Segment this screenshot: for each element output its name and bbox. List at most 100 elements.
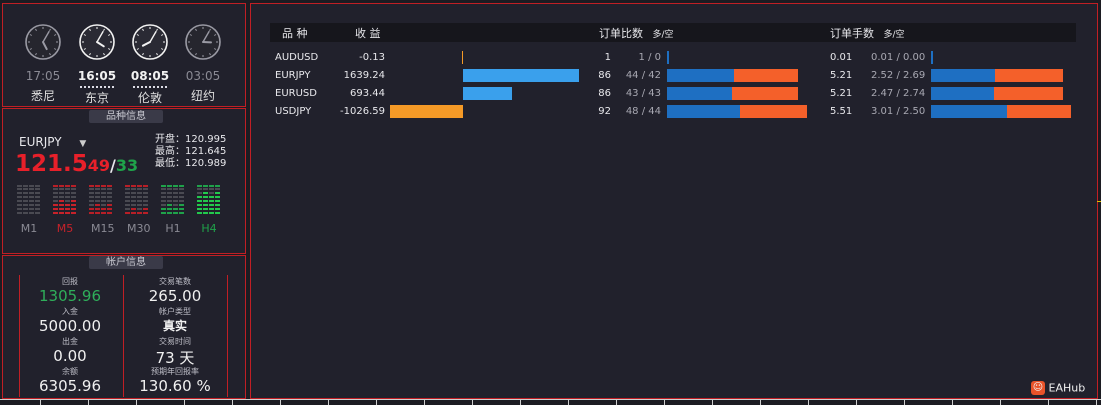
axis-tick (664, 400, 665, 405)
meter-segment (179, 188, 184, 190)
balance-value: 6305.96 (38, 377, 102, 395)
meter-segment (23, 188, 28, 190)
meter-segment (125, 192, 130, 194)
order-short-bar (732, 87, 798, 100)
meter-segment (89, 192, 94, 194)
clocks-panel: 17:05 悉尼 16:05 东京 08:05 伦敦 03:05 纽约 (2, 3, 246, 107)
withdraw-label: 出金 (62, 337, 78, 346)
clock-time: 08:05 (130, 69, 170, 83)
axis-tick (1048, 400, 1049, 405)
meter-segment (101, 204, 106, 206)
meter-cap (29, 185, 34, 187)
clock-time: 16:05 (77, 69, 117, 83)
meter-segment (59, 204, 64, 206)
axis-tick (760, 400, 761, 405)
meter-segment (107, 196, 112, 198)
timeframe-label-M15[interactable]: M15 (91, 222, 115, 235)
account-panel: 帐户信息 回报 1305.96 入金 5000.00 出金 0.00 余额 63… (2, 255, 246, 399)
meter-segment (167, 188, 172, 190)
axis-tick (808, 400, 809, 405)
meter-segment (203, 188, 208, 190)
meter-segment (59, 196, 64, 198)
lots-label: 订单手数 (830, 27, 874, 40)
meter-cap (71, 185, 76, 187)
meter-cap (101, 185, 106, 187)
meter-segment (95, 196, 100, 198)
meter-segment (35, 188, 40, 190)
meter-segment (35, 208, 40, 210)
lots-short-bar (995, 69, 1064, 82)
bottom-axis (0, 399, 1101, 400)
axis-tick (568, 400, 569, 405)
price-display: 121.549/33 (15, 151, 138, 177)
meter-segment (215, 212, 220, 214)
meter-segment (173, 188, 178, 190)
meter-segment (65, 196, 70, 198)
row-lots-ls: 3.01 / 2.50 (871, 106, 926, 117)
meter-segment (89, 196, 94, 198)
clock-3: 03:05 纽约 (183, 22, 223, 104)
chevron-down-icon[interactable]: ▼ (79, 139, 86, 149)
meter-segment (17, 188, 22, 190)
meter-segment (23, 192, 28, 194)
meter-segment (137, 212, 142, 214)
symbol-select[interactable]: EURJPY ▼ (19, 135, 86, 149)
meter-segment (143, 208, 148, 210)
low-label: 最低： (155, 158, 185, 169)
meter-segment (143, 204, 148, 206)
meter-segment (65, 204, 70, 206)
meter-segment (173, 192, 178, 194)
meter-segment (53, 188, 58, 190)
meter-segment (17, 212, 22, 214)
row-lots-ls: 2.52 / 2.69 (871, 70, 926, 81)
meter-segment (215, 196, 220, 198)
axis-tick (136, 400, 137, 405)
open-label: 开盘： (155, 134, 185, 145)
meter-M1 (17, 185, 45, 221)
meter-segment (53, 192, 58, 194)
meter-segment (161, 212, 166, 214)
row-profit: 693.44 (350, 88, 385, 99)
timeframe-label-M1[interactable]: M1 (19, 222, 39, 235)
meter-segment (209, 208, 214, 210)
meter-segment (107, 200, 112, 202)
meter-segment (95, 204, 100, 206)
meter-segment (125, 200, 130, 202)
meter-segment (101, 192, 106, 194)
row-order-count: 86 (598, 70, 611, 81)
lots-long-bar (931, 87, 994, 100)
timeframe-label-H4[interactable]: H4 (199, 222, 219, 235)
clock-icon (79, 24, 115, 60)
meter-segment (107, 204, 112, 206)
meter-segment (161, 208, 166, 210)
meter-segment (71, 192, 76, 194)
row-order-ls: 48 / 44 (625, 106, 661, 117)
meter-segment (203, 208, 208, 210)
axis-tick (424, 400, 425, 405)
meter-cap (215, 185, 220, 187)
meter-segment (179, 204, 184, 206)
axis-tick (616, 400, 617, 405)
timeframe-label-M5[interactable]: M5 (55, 222, 75, 235)
row-symbol: EURUSD (275, 88, 317, 99)
clock-icon (185, 24, 221, 60)
axis-tick (376, 400, 377, 405)
axis-tick (40, 400, 41, 405)
timeframe-label-H1[interactable]: H1 (163, 222, 183, 235)
trade-days-label: 交易时间 (159, 337, 191, 346)
meter-segment (161, 196, 166, 198)
row-symbol: AUDUSD (275, 52, 319, 63)
meter-segment (209, 204, 214, 206)
meter-segment (17, 196, 22, 198)
timeframe-label-M30[interactable]: M30 (127, 222, 151, 235)
price-ask-tail: 33 (115, 156, 139, 175)
active-dots (80, 83, 114, 88)
meter-segment (209, 200, 214, 202)
row-order-count: 1 (604, 52, 611, 63)
meter-segment (173, 204, 178, 206)
meter-segment (143, 200, 148, 202)
row-order-count: 92 (598, 106, 611, 117)
lots-short-bar (993, 87, 1064, 100)
meter-segment (23, 200, 28, 202)
meter-segment (167, 212, 172, 214)
